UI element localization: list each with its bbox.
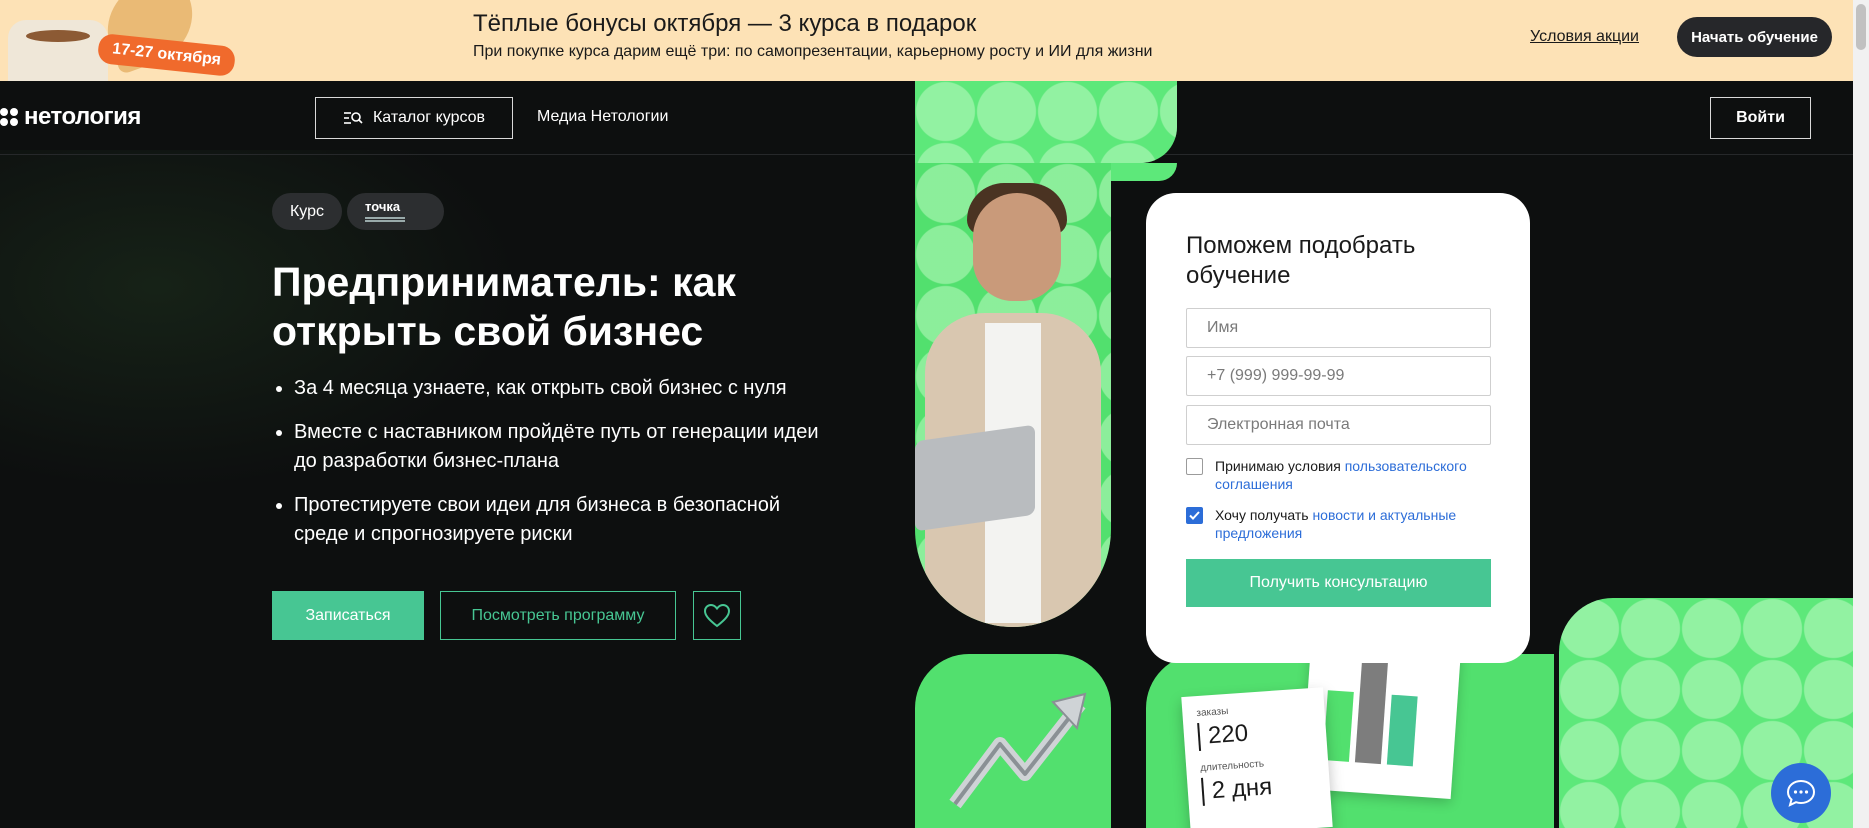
orders-value: 220 [1197,715,1313,752]
benefit-item: Протестируете свои идеи для бизнеса в бе… [272,491,832,549]
form-title: Поможем подобрать обучение [1186,232,1416,289]
start-learning-button[interactable]: Начать обучение [1677,17,1832,57]
agreement-row: Принимаю условия пользовательского согла… [1186,457,1491,493]
heart-icon [704,603,730,627]
enroll-button[interactable]: Записаться [272,591,424,640]
phone-field[interactable] [1186,356,1491,396]
newsletter-checkbox[interactable] [1186,507,1203,524]
partner-logo-caption [365,217,405,219]
consultation-form: Поможем подобрать обучение Принимаю усло… [1146,193,1530,663]
laptop-illustration [915,424,1035,532]
promo-date-badge: 17-27 октября [96,32,237,78]
view-program-button[interactable]: Посмотреть программу [440,591,676,640]
growth-arrow-illustration [915,654,1111,828]
email-field[interactable] [1186,405,1491,445]
duration-value: 2 дня [1200,769,1317,806]
decor-green-strip [1111,163,1177,181]
logo-mark-icon [0,108,18,126]
stats-illustration: заказы 220 длительность 2 дня [1146,654,1554,828]
newsletter-label: Хочу получать новости и актуальные предл… [1215,507,1457,541]
promo-subtitle: При покупке курса дарим ещё три: по само… [473,43,1153,60]
catalog-label: Каталог курсов [372,109,486,126]
promo-illustration: 17-27 октября [0,0,250,81]
catalog-button[interactable]: Каталог курсов [315,97,513,139]
check-icon [1189,511,1200,520]
promo-terms-link[interactable]: Условия акции [1530,28,1639,46]
partner-tag: точка [347,193,444,230]
benefits-list: За 4 месяца узнаете, как открыть свой би… [272,374,832,564]
logo[interactable]: нетология [0,103,141,131]
benefit-item: За 4 месяца узнаете, как открыть свой би… [272,374,832,403]
get-consultation-button[interactable]: Получить консультацию [1186,559,1491,607]
chat-icon [1786,779,1816,807]
newsletter-row: Хочу получать новости и актуальные предл… [1186,506,1491,542]
agreement-checkbox[interactable] [1186,458,1203,475]
promo-title: Тёплые бонусы октября — 3 курса в подаро… [473,10,977,37]
login-button[interactable]: Войти [1710,97,1811,139]
mug-illustration [8,20,108,81]
decor-green-top [915,81,1177,163]
chat-button[interactable] [1771,763,1831,823]
partner-logo: точка [365,199,401,214]
stats-card: заказы 220 длительность 2 дня [1181,687,1333,828]
promo-banner: 17-27 октября Тёплые бонусы октября — 3 … [0,0,1853,81]
catalog-search-icon [343,112,363,124]
name-field[interactable] [1186,308,1491,348]
scrollbar[interactable] [1853,0,1869,828]
logo-text: нетология [24,103,141,130]
page-title: Предприниматель: как открыть свой бизнес [272,259,736,354]
student-photo [915,163,1111,627]
favorite-button[interactable] [693,591,741,640]
trend-arrow-icon [949,692,1087,809]
course-tag: Курс [272,193,342,230]
agreement-label: Принимаю условия пользовательского согла… [1215,458,1467,492]
scrollbar-thumb[interactable] [1856,4,1866,50]
benefit-item: Вместе с наставником пройдёте путь от ге… [272,418,832,476]
media-link[interactable]: Медиа Нетологии [537,108,668,126]
